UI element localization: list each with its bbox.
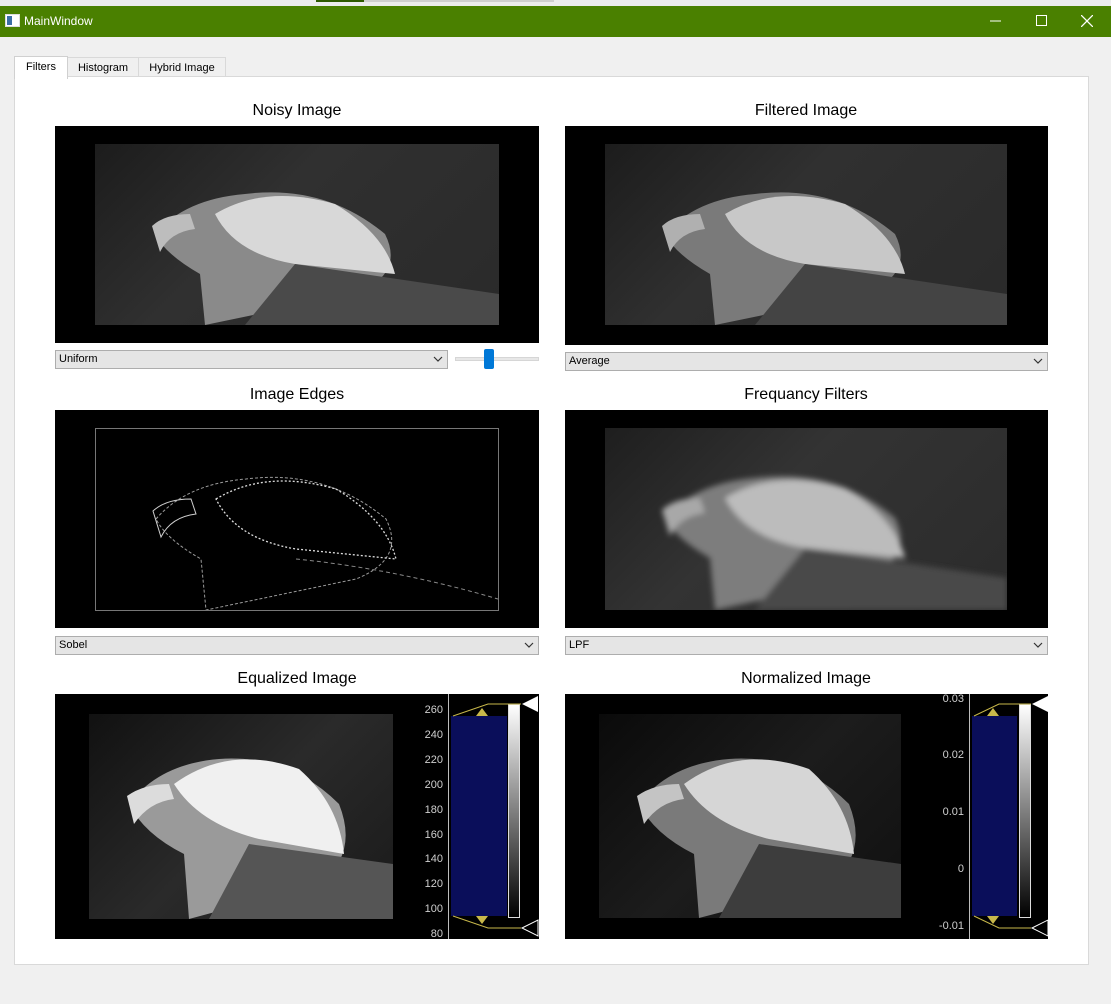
filtered-image-title: Filtered Image: [754, 102, 858, 119]
eagle-picture: [662, 192, 1007, 325]
normalized-tick-0.01: 0.01: [942, 806, 964, 818]
chevron-down-icon: [524, 642, 534, 648]
close-button[interactable]: [1064, 6, 1110, 37]
noise-type-combo[interactable]: Uniform: [55, 350, 448, 369]
frequency-image: [605, 428, 1007, 610]
equalized-tick-220: 220: [424, 754, 443, 766]
taskbar-strip: [0, 0, 1111, 6]
noisy-image-title: Noisy Image: [252, 102, 342, 119]
normalized-image-view: [565, 694, 1048, 939]
tab-histogram[interactable]: Histogram: [67, 57, 139, 78]
equalized-image-view: [55, 694, 539, 939]
taskbar-segment: [364, 0, 554, 2]
equalized-tick-240: 240: [424, 729, 443, 741]
normalized-image-title: Normalized Image: [741, 670, 871, 687]
equalized-histogram[interactable]: [448, 694, 539, 939]
maximize-button[interactable]: [1018, 6, 1064, 37]
app-window-icon: [5, 14, 20, 27]
image-edges-view: [55, 410, 539, 628]
normalized-tick-neg-0.01: -0.01: [938, 920, 964, 932]
noise-type-value: Uniform: [59, 353, 98, 365]
filter-type-value: Average: [569, 355, 610, 367]
equalized-tick-120: 120: [424, 878, 443, 890]
eagle-picture: [152, 192, 499, 325]
window-title: MainWindow: [24, 14, 93, 28]
normalized-histogram[interactable]: [969, 694, 1048, 939]
frequency-filters-title: Frequancy Filters: [744, 386, 868, 403]
tab-filters[interactable]: Filters: [14, 56, 68, 79]
maximize-icon: [1035, 15, 1047, 26]
equalized-tick-200: 200: [424, 779, 443, 791]
close-icon: [1080, 14, 1094, 28]
tab-hybrid-image[interactable]: Hybrid Image: [138, 57, 226, 78]
minimize-button[interactable]: [972, 6, 1018, 37]
normalized-tick-0: 0: [957, 863, 964, 875]
noise-slider-thumb[interactable]: [484, 349, 494, 369]
equalized-tick-160: 160: [424, 829, 443, 841]
minimize-icon: [989, 20, 1001, 22]
noise-slider-track[interactable]: [455, 357, 539, 361]
noisy-image-view: [55, 126, 539, 343]
noisy-image: [95, 144, 499, 325]
equalized-image-title: Equalized Image: [237, 670, 357, 687]
chevron-down-icon: [1033, 358, 1043, 364]
equalized-tick-140: 140: [424, 853, 443, 865]
filtered-image: [605, 144, 1007, 325]
edge-detector-value: Sobel: [59, 639, 88, 651]
level-markers[interactable]: [448, 694, 539, 939]
image-edges-title: Image Edges: [249, 386, 345, 403]
chevron-down-icon: [1033, 642, 1043, 648]
filter-type-combo[interactable]: Average: [565, 352, 1048, 371]
frequency-filter-combo[interactable]: LPF: [565, 636, 1048, 655]
taskbar-indicator: [316, 0, 364, 2]
frequency-filter-value: LPF: [569, 639, 590, 651]
normalized-tick-0.03: 0.03: [942, 693, 964, 705]
eagle-blurred-picture: [662, 476, 1007, 610]
chevron-down-icon: [433, 356, 443, 362]
title-bar: MainWindow: [0, 0, 1111, 37]
normalized-tick-0.02: 0.02: [942, 749, 964, 761]
equalized-tick-100: 100: [424, 903, 443, 915]
eagle-edges-picture: [152, 476, 499, 611]
edge-detector-combo[interactable]: Sobel: [55, 636, 539, 655]
frequency-filters-view: [565, 410, 1048, 628]
equalized-tick-80: 80: [430, 928, 443, 940]
level-markers[interactable]: [969, 694, 1048, 939]
equalized-tick-180: 180: [424, 804, 443, 816]
equalized-tick-260: 260: [424, 704, 443, 716]
filtered-image-view: [565, 126, 1048, 345]
equalized-image: [89, 714, 393, 919]
eagle-picture: [127, 758, 393, 919]
eagle-picture: [637, 758, 901, 918]
edges-image: [95, 428, 499, 611]
normalized-image: [599, 714, 901, 918]
